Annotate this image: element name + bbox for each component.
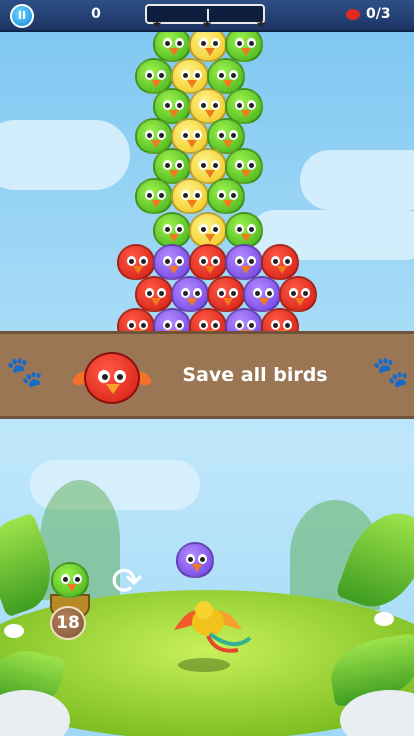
cloud: [300, 150, 414, 210]
shooter-shadow: [178, 658, 230, 672]
current-bubble-purple-bird[interactable]: [176, 542, 214, 578]
red-bird-bubble: [207, 276, 245, 312]
objective-banner: 🐾 Save all birds 🐾: [0, 331, 414, 419]
score-value: 0: [91, 6, 101, 22]
red-bird-icon: [84, 352, 140, 404]
birds-saved-count: 0/3: [366, 6, 391, 22]
level-progress-bar: ★ ★ ★: [145, 4, 266, 30]
red-bird-icon: [346, 9, 360, 20]
green-bird-bubble: [225, 212, 263, 248]
phoenix-shooter[interactable]: [164, 578, 252, 654]
purple-bird-bubble: [171, 276, 209, 312]
red-bird-bubble: [279, 276, 317, 312]
paw-icon: 🐾: [6, 355, 44, 390]
objective-text: Save all birds: [182, 364, 328, 386]
flower: [374, 612, 394, 626]
game-scene[interactable]: II 0 ★ ★ ★ 0/3 🐾 Save all birds 🐾 18 ⟳: [0, 0, 414, 736]
pause-icon[interactable]: II: [10, 4, 34, 28]
star-icon: ★: [255, 17, 267, 31]
purple-bird-bubble: [225, 244, 263, 280]
purple-bird-bubble: [153, 244, 191, 280]
shots-remaining-counter: 18: [50, 606, 86, 640]
green-bird-bubble: [153, 212, 191, 248]
cloud: [0, 120, 130, 190]
top-hud: II 0 ★ ★ ★ 0/3: [0, 0, 414, 32]
paw-icon: 🐾: [372, 355, 410, 390]
green-bird-bubble: [207, 178, 245, 214]
swap-arrows-icon[interactable]: ⟳: [106, 560, 148, 602]
green-bird-bubble: [135, 178, 173, 214]
red-bird-bubble: [117, 244, 155, 280]
star-icon: ★: [201, 17, 213, 31]
next-bubble-green-bird: [51, 562, 89, 598]
star-icon: ★: [151, 17, 163, 31]
red-bird-bubble: [261, 244, 299, 280]
red-bird-bubble: [135, 276, 173, 312]
yellow-bird-bubble: [171, 178, 209, 214]
purple-bird-bubble: [243, 276, 281, 312]
yellow-bird-bubble: [189, 212, 227, 248]
red-bird-bubble: [189, 244, 227, 280]
flower: [4, 624, 24, 638]
